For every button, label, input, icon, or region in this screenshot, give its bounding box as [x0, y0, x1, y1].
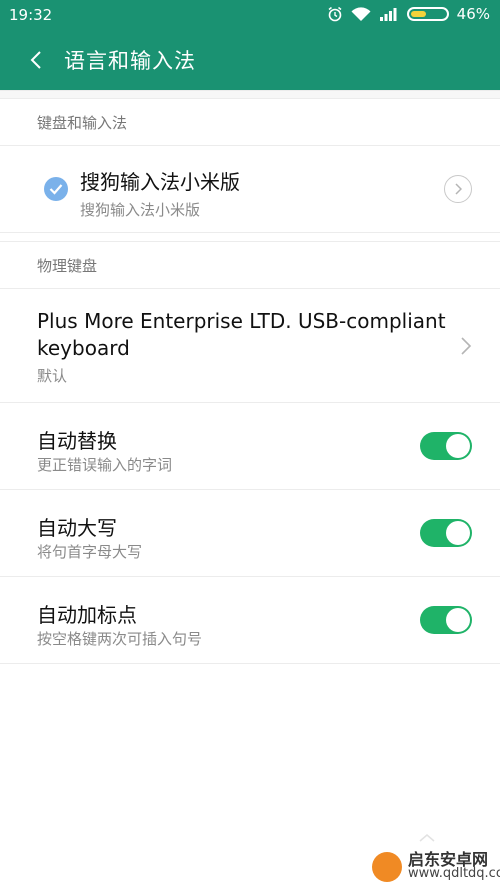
auto-punctuate-switch[interactable]	[420, 606, 472, 634]
toggle-row-auto-replace[interactable]: 自动替换 更正错误输入的字词	[0, 403, 500, 490]
chevron-up-icon	[419, 834, 435, 842]
watermark-line1: 启东安卓网	[408, 850, 489, 869]
toggle-subtitle: 将句首字母大写	[37, 543, 143, 561]
keyboard-title: Plus More Enterprise LTD. USB-compliant …	[37, 309, 446, 360]
keyboard-subtitle: 默认	[37, 367, 68, 385]
ime-item-sogou[interactable]: 搜狗输入法小米版 搜狗输入法小米版	[0, 146, 500, 233]
chevron-right-icon[interactable]	[444, 175, 472, 203]
status-time: 19:32	[9, 6, 53, 24]
chevron-right-icon	[461, 337, 472, 355]
toggle-subtitle: 按空格键两次可插入句号	[37, 630, 203, 648]
checkmark-icon[interactable]	[44, 177, 68, 201]
signal-icon	[379, 7, 399, 21]
switch-knob	[446, 434, 470, 458]
ime-title: 搜狗输入法小米版	[80, 170, 240, 194]
toggle-subtitle: 更正错误输入的字词	[37, 456, 173, 474]
alarm-icon	[327, 6, 343, 22]
toggle-row-auto-punctuate[interactable]: 自动加标点 按空格键两次可插入句号	[0, 577, 500, 664]
watermark-logo-icon	[372, 852, 402, 882]
status-icons: 46%	[327, 5, 490, 23]
divider	[0, 90, 500, 99]
auto-replace-switch[interactable]	[420, 432, 472, 460]
header: 语言和输入法	[0, 30, 500, 90]
auto-capitalize-switch[interactable]	[420, 519, 472, 547]
section-label-physical: 物理键盘	[0, 242, 500, 289]
status-bar: 19:32 46%	[0, 0, 500, 30]
watermark: 启东安卓网 www.qdltdq.com	[372, 852, 500, 882]
settings-list: 键盘和输入法 搜狗输入法小米版 搜狗输入法小米版 物理键盘 Plus More …	[0, 90, 500, 664]
toggle-row-auto-capitalize[interactable]: 自动大写 将句首字母大写	[0, 490, 500, 577]
toggle-title: 自动替换	[37, 429, 117, 453]
section-label-keyboard: 键盘和输入法	[0, 99, 500, 146]
toggle-title: 自动大写	[37, 516, 117, 540]
ime-subtitle: 搜狗输入法小米版	[80, 201, 201, 219]
watermark-line2: www.qdltdq.com	[408, 866, 500, 881]
battery-percent: 46%	[456, 5, 490, 23]
toggle-title: 自动加标点	[37, 603, 137, 627]
back-arrow-icon[interactable]	[26, 50, 46, 70]
watermark-text: 启东安卓网 www.qdltdq.com	[408, 850, 500, 881]
switch-knob	[446, 521, 470, 545]
page-title: 语言和输入法	[64, 49, 196, 73]
wifi-icon	[351, 6, 371, 22]
switch-knob	[446, 608, 470, 632]
ime-text: 搜狗输入法小米版 搜狗输入法小米版	[80, 166, 240, 220]
divider	[0, 233, 500, 242]
physical-keyboard-item[interactable]: Plus More Enterprise LTD. USB-compliant …	[0, 289, 500, 403]
battery-icon	[406, 7, 449, 21]
app-bar: 19:32 46% 语言和输入法	[0, 0, 500, 90]
